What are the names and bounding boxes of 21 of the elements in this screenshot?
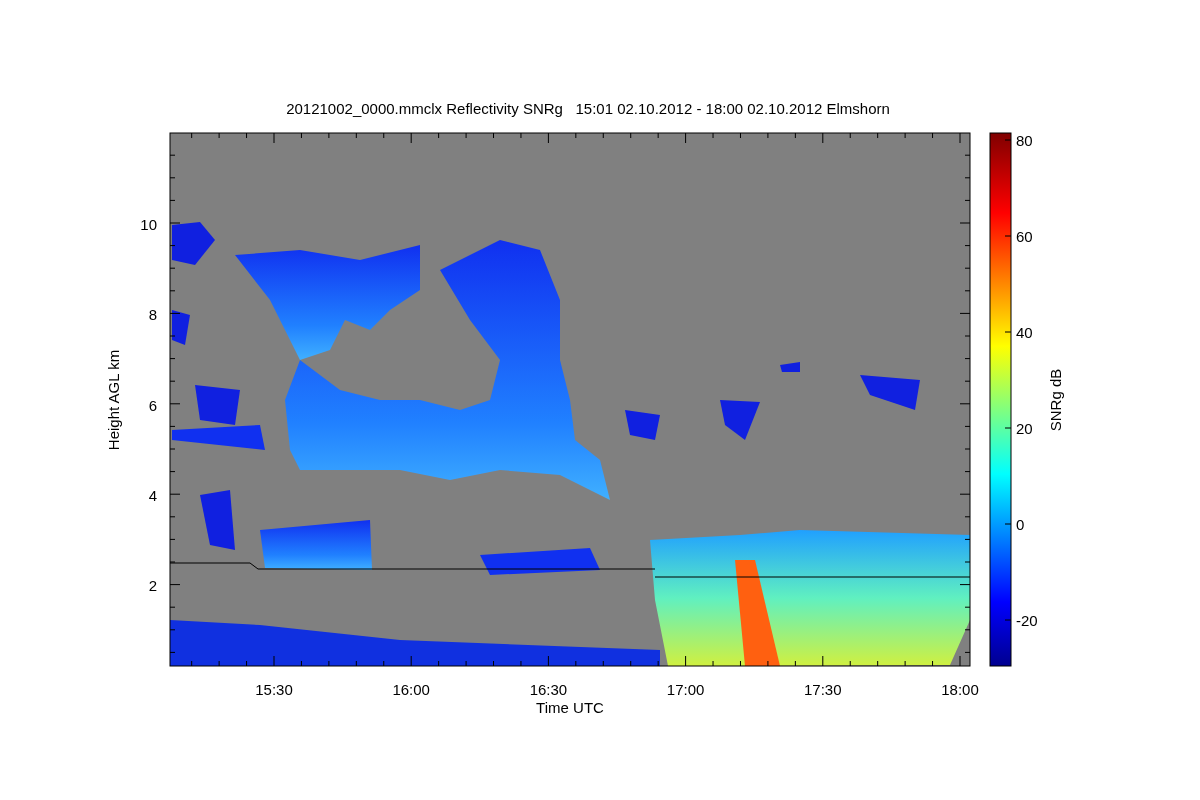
colorbar-tick-label: 0: [1016, 516, 1025, 533]
y-axis-label: Height AGL km: [105, 349, 122, 451]
colorbar-tick-label: 20: [1016, 420, 1033, 437]
x-tick-label: 17:30: [804, 681, 842, 698]
x-tick-label: 15:30: [255, 681, 293, 698]
y-tick-label: 8: [148, 306, 157, 324]
chart-title: 20121002_0000.mmclx Reflectivity SNRg 15:01 02.10.2012 - 18:00 02.10.2012 Elmshorn: [286, 100, 890, 117]
x-axis-label: Time UTC: [536, 699, 604, 716]
x-tick-label: 16:00: [392, 681, 430, 698]
colorbar-tick-label: 80: [1016, 132, 1033, 149]
y-tick-label: 10: [140, 216, 157, 233]
y-tick-label: 6: [148, 396, 157, 414]
colorbar-tick-label: 60: [1016, 228, 1033, 245]
colorbar-label: SNRg dB: [1047, 368, 1064, 432]
y-tick-label: 2: [148, 577, 157, 595]
colorbar-tick-label: -20: [1016, 612, 1038, 629]
x-tick-label: 17:00: [666, 681, 705, 698]
x-tick-label: 16:30: [529, 681, 568, 698]
colorbar-tick-label: 40: [1016, 324, 1033, 341]
y-tick-label: 4: [148, 486, 157, 504]
x-tick-label: 18:00: [941, 681, 979, 698]
